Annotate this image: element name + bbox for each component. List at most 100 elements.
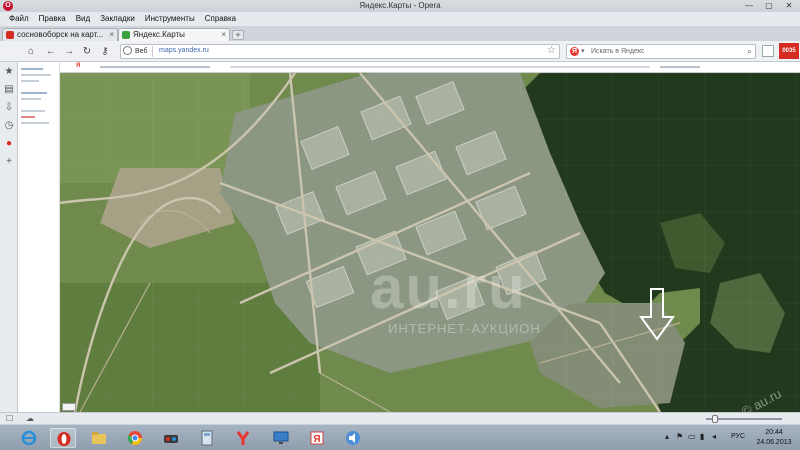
close-button[interactable]: ✕ bbox=[782, 1, 796, 10]
satellite-imagery bbox=[60, 73, 800, 412]
tab-yandex-maps[interactable]: Яндекс.Карты × bbox=[118, 28, 230, 41]
taskbar-calculator[interactable] bbox=[194, 428, 220, 448]
chrome-icon bbox=[127, 431, 142, 445]
taskbar-speaker-app[interactable] bbox=[340, 428, 366, 448]
taskbar-yandex-browser[interactable]: Я bbox=[304, 428, 330, 448]
speaker-app-icon bbox=[346, 431, 360, 445]
satellite-map[interactable]: au.ru ИНТЕРНЕТ-АУКЦИОН © au.ru bbox=[60, 73, 800, 412]
opera-icon bbox=[57, 432, 71, 446]
input-language[interactable]: РУС bbox=[731, 433, 745, 440]
remote-icon bbox=[273, 431, 289, 444]
opera-favicon-icon bbox=[6, 31, 14, 39]
tray-display-icon[interactable]: ▭ bbox=[688, 432, 696, 441]
tab-sosnovoborsk[interactable]: сосновоборск на карт... × bbox=[2, 28, 118, 41]
opera-sidebar: ★ ▤ ⇩ ◷ ● + bbox=[0, 62, 18, 412]
panel-text-line bbox=[21, 74, 51, 76]
taskbar-ie[interactable] bbox=[16, 428, 42, 448]
home-icon[interactable]: ⌂ bbox=[24, 45, 38, 58]
watermark-subtitle: ИНТЕРНЕТ-АУКЦИОН bbox=[388, 321, 541, 336]
map-grid bbox=[60, 73, 800, 412]
bookmarks-star-icon[interactable]: ★ bbox=[3, 66, 15, 78]
panel-text-line bbox=[21, 80, 39, 82]
panel-text-line bbox=[21, 92, 47, 94]
panel-toggle-icon[interactable]: ☐ bbox=[6, 414, 13, 423]
zoom-slider-handle[interactable] bbox=[712, 415, 718, 423]
taskbar-game[interactable] bbox=[158, 428, 184, 448]
taskbar-chrome[interactable] bbox=[122, 428, 148, 448]
tray-volume-icon[interactable]: ◂ bbox=[712, 432, 716, 441]
menu-view[interactable]: Вид bbox=[71, 12, 95, 26]
menu-bookmarks[interactable]: Закладки bbox=[95, 12, 140, 26]
svg-text:Я: Я bbox=[313, 434, 320, 445]
search-engine-dropdown-icon[interactable]: ▾ bbox=[581, 47, 585, 55]
tab-bar: сосновоборск на карт... × Яндекс.Карты × bbox=[0, 26, 800, 41]
yandex-logo-icon[interactable]: Я bbox=[76, 63, 80, 69]
taskbar-opera[interactable] bbox=[50, 428, 76, 448]
taskbar-explorer[interactable] bbox=[86, 428, 112, 448]
yandex-maps-favicon-icon bbox=[122, 31, 130, 39]
maximize-button[interactable]: ▢ bbox=[762, 1, 776, 10]
address-bar[interactable]: Веб maps.yandex.ru ☆ bbox=[120, 44, 560, 59]
back-icon[interactable]: ← bbox=[44, 45, 58, 58]
tab-label: сосновоборск на карт... bbox=[17, 30, 104, 39]
window-title: Яндекс.Карты - Opera bbox=[359, 1, 441, 10]
strip-line bbox=[100, 66, 210, 68]
forward-icon[interactable]: → bbox=[62, 45, 76, 58]
reload-icon[interactable]: ↻ bbox=[80, 45, 94, 58]
system-clock[interactable]: 20:44 24.06.2013 bbox=[752, 428, 796, 448]
game-icon bbox=[164, 435, 178, 443]
yandex-browser-icon: Я bbox=[310, 431, 324, 445]
windows-taskbar: Я ▴ ⚑ ▭ ▮ ◂ РУС 20:44 24.06.2013 bbox=[0, 424, 800, 450]
page-icon[interactable] bbox=[762, 45, 774, 57]
tray-network-icon[interactable]: ▮ bbox=[700, 432, 704, 441]
map-left-panel bbox=[18, 62, 60, 412]
minimize-button[interactable]: — bbox=[742, 1, 756, 10]
menu-help[interactable]: Справка bbox=[200, 12, 241, 26]
bookmark-star-icon[interactable]: ☆ bbox=[547, 45, 556, 56]
clock-date: 24.06.2013 bbox=[756, 439, 792, 446]
ie-icon bbox=[21, 430, 37, 446]
tab-close-icon[interactable]: × bbox=[221, 29, 226, 41]
taskbar-remote[interactable] bbox=[268, 428, 294, 448]
panel-text-line bbox=[21, 68, 43, 70]
url-text[interactable]: maps.yandex.ru bbox=[159, 47, 209, 54]
add-panel-icon[interactable]: + bbox=[3, 156, 15, 168]
opera-unite-icon[interactable]: ● bbox=[3, 138, 15, 150]
panel-text-line bbox=[21, 122, 49, 124]
extension-badge[interactable]: 0035 bbox=[779, 43, 799, 59]
tab-close-icon[interactable]: × bbox=[109, 29, 114, 41]
menu-edit[interactable]: Правка bbox=[34, 12, 71, 26]
notes-icon[interactable]: ▤ bbox=[3, 84, 15, 96]
clock-time: 20:44 bbox=[765, 429, 783, 436]
downloads-icon[interactable]: ⇩ bbox=[3, 102, 15, 114]
navigation-bar: ⌂ ← → ↻ ⚷ Веб maps.yandex.ru ☆ Я ▾ Искат… bbox=[0, 41, 800, 62]
yandex-icon bbox=[236, 431, 250, 445]
explorer-icon bbox=[92, 432, 106, 444]
menu-file[interactable]: Файл bbox=[4, 12, 34, 26]
watermark-text: au.ru bbox=[370, 254, 527, 321]
history-icon[interactable]: ◷ bbox=[3, 120, 15, 132]
web-badge[interactable]: Веб bbox=[123, 46, 153, 57]
search-placeholder[interactable]: Искать в Яндекс bbox=[591, 48, 645, 55]
tray-chevron-icon[interactable]: ▴ bbox=[665, 432, 669, 441]
screen: O Яндекс.Карты - Opera — ▢ ✕ Файл Правка… bbox=[0, 0, 800, 450]
tab-label: Яндекс.Карты bbox=[133, 30, 185, 39]
title-bar: O Яндекс.Карты - Opera — ▢ ✕ bbox=[0, 0, 800, 12]
menu-tools[interactable]: Инструменты bbox=[140, 12, 200, 26]
web-page: Я au.ru ИНТЕРНЕТ-АУКЦИОН © au.ru bbox=[18, 62, 800, 412]
map-top-strip: Я bbox=[60, 62, 800, 73]
tray-flag-icon[interactable]: ⚑ bbox=[676, 432, 683, 441]
strip-line bbox=[230, 66, 650, 68]
panel-text-line bbox=[21, 110, 45, 112]
yandex-search-icon[interactable]: Я bbox=[570, 47, 579, 56]
map-scale-box bbox=[62, 403, 76, 411]
new-tab-button[interactable]: + bbox=[232, 30, 244, 40]
status-bar: ☐ ☁ bbox=[0, 412, 800, 424]
taskbar-yandex[interactable] bbox=[230, 428, 256, 448]
panel-text-line bbox=[21, 98, 41, 100]
search-box[interactable]: Я ▾ Искать в Яндекс ⌕ bbox=[566, 44, 756, 59]
key-icon[interactable]: ⚷ bbox=[98, 45, 112, 58]
search-icon[interactable]: ⌕ bbox=[747, 46, 752, 57]
cloud-sync-icon[interactable]: ☁ bbox=[26, 414, 34, 423]
calculator-icon bbox=[201, 430, 213, 446]
